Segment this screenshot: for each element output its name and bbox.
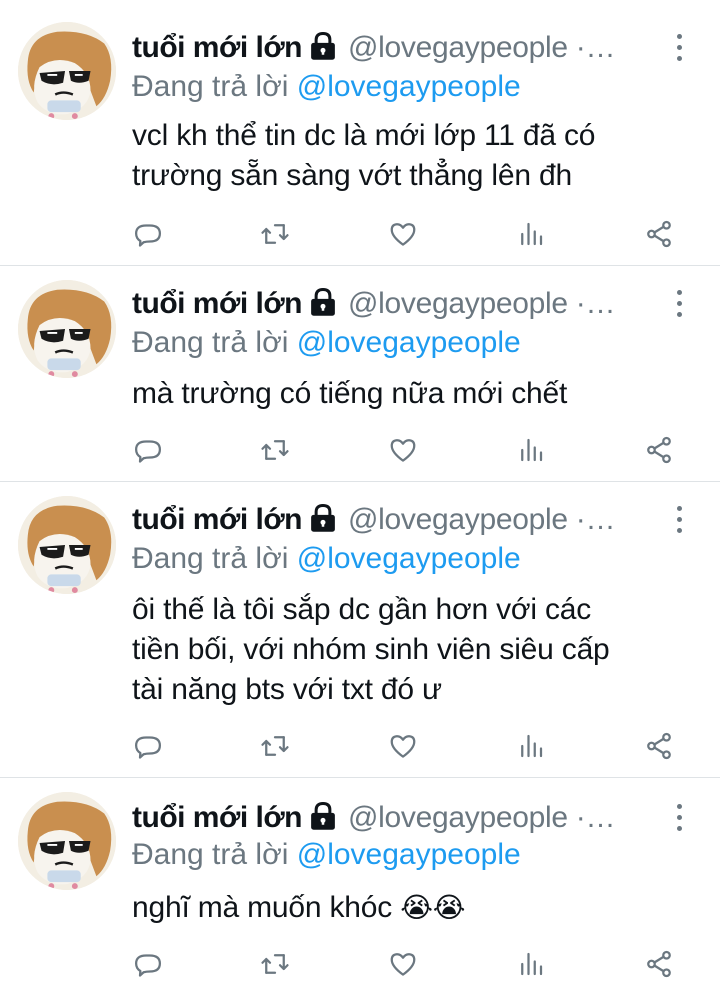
avatar[interactable] xyxy=(18,792,116,890)
tweet-actions xyxy=(0,216,720,252)
share-icon xyxy=(644,949,674,979)
tweet-header: tuổi mới lớn @lovegaypeople ·… xyxy=(132,28,615,68)
tweet-header: tuổi mới lớn @lovegaypeople ·… xyxy=(132,284,615,324)
lock-icon xyxy=(308,30,338,67)
user-handle[interactable]: @lovegaypeople ·… xyxy=(348,503,615,537)
more-icon[interactable] xyxy=(668,506,690,536)
reply-button[interactable] xyxy=(130,432,166,468)
more-icon[interactable] xyxy=(668,34,690,64)
tweet-text: nghĩ mà muốn khóc 😭😭 xyxy=(132,888,692,928)
lock-icon xyxy=(308,286,338,323)
tweet-actions xyxy=(0,432,720,468)
like-button[interactable] xyxy=(385,946,421,982)
reply-context: Đang trả lời @lovegaypeople xyxy=(132,838,521,872)
tweet-header: tuổi mới lớn @lovegaypeople ·… xyxy=(132,798,615,838)
retweet-icon xyxy=(260,949,290,979)
reply-context: Đang trả lời @lovegaypeople xyxy=(132,542,521,576)
user-handle[interactable]: @lovegaypeople ·… xyxy=(348,801,615,835)
reply-prefix: Đang trả lời xyxy=(132,838,297,871)
like-button[interactable] xyxy=(385,728,421,764)
heart-icon xyxy=(388,219,418,249)
retweet-button[interactable] xyxy=(257,946,293,982)
like-button[interactable] xyxy=(385,432,421,468)
reply-icon xyxy=(133,949,163,979)
display-name[interactable]: tuổi mới lớn xyxy=(132,503,302,537)
share-button[interactable] xyxy=(641,946,677,982)
tweet[interactable]: tuổi mới lớn @lovegaypeople ·… Đang trả … xyxy=(0,0,720,266)
tweet-actions xyxy=(0,946,720,982)
reply-icon xyxy=(133,219,163,249)
analytics-icon xyxy=(516,949,546,979)
user-handle[interactable]: @lovegaypeople ·… xyxy=(348,31,615,65)
heart-icon xyxy=(388,731,418,761)
display-name[interactable]: tuổi mới lớn xyxy=(132,31,302,65)
tweet-text: ôi thế là tôi sắp dc gần hơn với các tiề… xyxy=(132,593,610,706)
analytics-icon xyxy=(516,219,546,249)
reply-mention-link[interactable]: @lovegaypeople xyxy=(297,70,521,103)
analytics-button[interactable] xyxy=(513,728,549,764)
tweet[interactable]: tuổi mới lớn @lovegaypeople ·… Đang trả … xyxy=(0,266,720,482)
reply-mention-link[interactable]: @lovegaypeople xyxy=(297,542,521,575)
reply-button[interactable] xyxy=(130,946,166,982)
display-name[interactable]: tuổi mới lớn xyxy=(132,801,302,835)
tweet[interactable]: tuổi mới lớn @lovegaypeople ·… Đang trả … xyxy=(0,482,720,778)
more-icon[interactable] xyxy=(668,290,690,320)
retweet-button[interactable] xyxy=(257,432,293,468)
retweet-button[interactable] xyxy=(257,728,293,764)
share-button[interactable] xyxy=(641,216,677,252)
retweet-icon xyxy=(260,731,290,761)
reply-prefix: Đang trả lời xyxy=(132,326,297,359)
retweet-button[interactable] xyxy=(257,216,293,252)
heart-icon xyxy=(388,949,418,979)
analytics-button[interactable] xyxy=(513,216,549,252)
analytics-icon xyxy=(516,435,546,465)
reply-icon xyxy=(133,435,163,465)
analytics-button[interactable] xyxy=(513,432,549,468)
reply-prefix: Đang trả lời xyxy=(132,70,297,103)
analytics-icon xyxy=(516,731,546,761)
share-icon xyxy=(644,219,674,249)
retweet-icon xyxy=(260,435,290,465)
share-icon xyxy=(644,435,674,465)
reply-mention-link[interactable]: @lovegaypeople xyxy=(297,838,521,871)
reply-mention-link[interactable]: @lovegaypeople xyxy=(297,326,521,359)
avatar[interactable] xyxy=(18,22,116,120)
share-icon xyxy=(644,731,674,761)
more-icon[interactable] xyxy=(668,804,690,834)
avatar[interactable] xyxy=(18,496,116,594)
reply-icon xyxy=(133,731,163,761)
reply-prefix: Đang trả lời xyxy=(132,542,297,575)
user-handle[interactable]: @lovegaypeople ·… xyxy=(348,287,615,321)
lock-icon xyxy=(308,502,338,539)
reply-context: Đang trả lời @lovegaypeople xyxy=(132,326,521,360)
like-button[interactable] xyxy=(385,216,421,252)
tweet[interactable]: tuổi mới lớn @lovegaypeople ·… Đang trả … xyxy=(0,778,720,986)
share-button[interactable] xyxy=(641,728,677,764)
reply-button[interactable] xyxy=(130,216,166,252)
tweet-text-content: nghĩ mà muốn khóc xyxy=(132,891,401,924)
crying-emoji: 😭😭 xyxy=(400,892,466,923)
reply-context: Đang trả lời @lovegaypeople xyxy=(132,70,521,104)
tweet-text: mà trường có tiếng nữa mới chết xyxy=(132,377,568,410)
heart-icon xyxy=(388,435,418,465)
share-button[interactable] xyxy=(641,432,677,468)
tweet-header: tuổi mới lớn @lovegaypeople ·… xyxy=(132,500,615,540)
lock-icon xyxy=(308,800,338,837)
avatar[interactable] xyxy=(18,280,116,378)
tweet-actions xyxy=(0,728,720,764)
reply-button[interactable] xyxy=(130,728,166,764)
retweet-icon xyxy=(260,219,290,249)
tweet-text: vcl kh thể tin dc là mới lớp 11 đã có tr… xyxy=(132,119,596,192)
display-name[interactable]: tuổi mới lớn xyxy=(132,287,302,321)
analytics-button[interactable] xyxy=(513,946,549,982)
